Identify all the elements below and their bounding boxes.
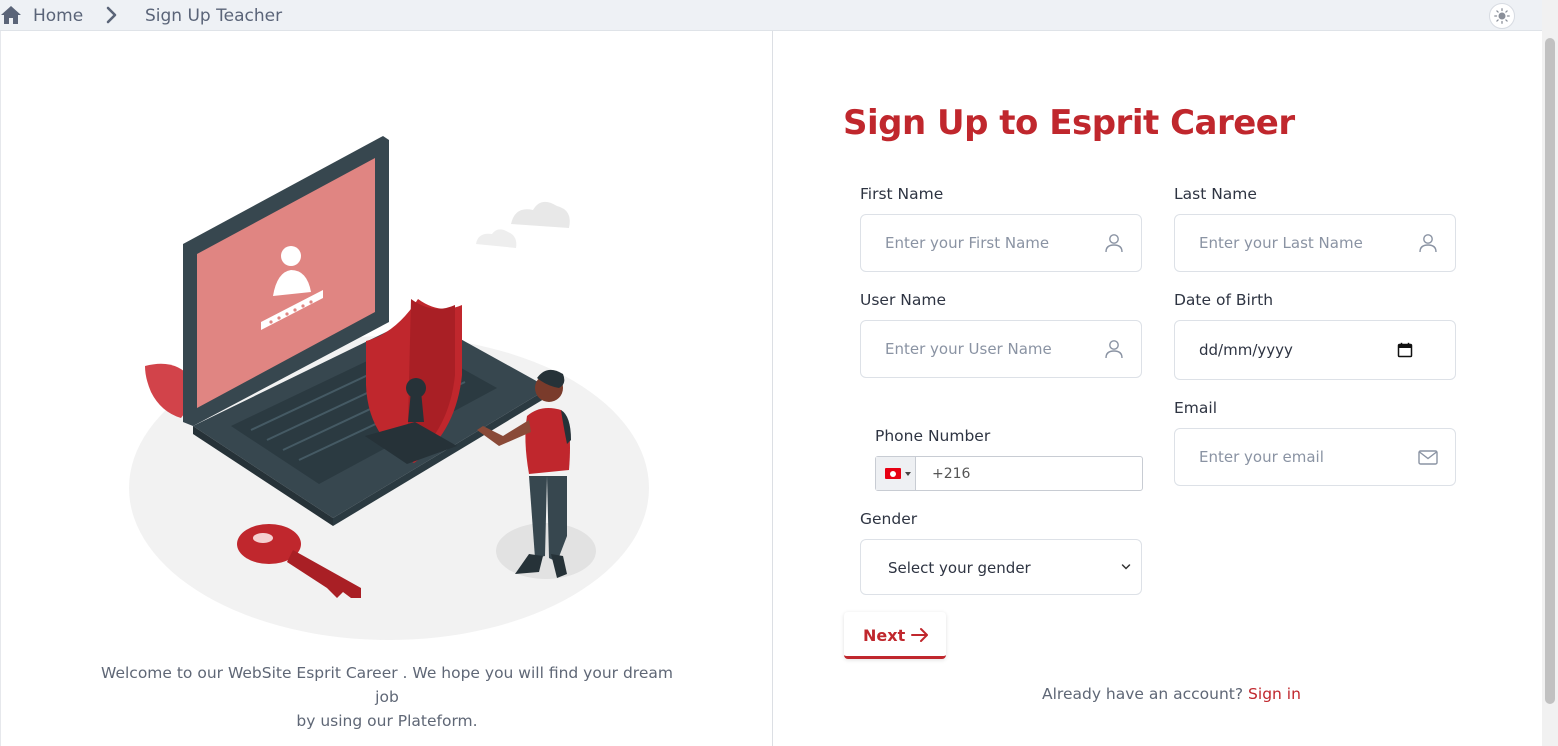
signin-link[interactable]: Sign in (1248, 685, 1301, 703)
home-icon[interactable] (0, 5, 22, 25)
caret-down-icon (905, 472, 911, 476)
user-icon (1419, 234, 1437, 253)
dob-label: Date of Birth (1174, 291, 1274, 309)
dob-value: dd/mm/yyyy (1199, 341, 1293, 359)
user-name-label: User Name (860, 291, 946, 309)
chevron-right-icon (106, 6, 117, 24)
first-name-placeholder: Enter your First Name (885, 234, 1050, 252)
last-name-placeholder: Enter your Last Name (1199, 234, 1363, 252)
signin-prompt: Already have an account? Sign in (1042, 685, 1301, 703)
next-button-label: Next (863, 626, 906, 645)
arrow-right-icon (911, 628, 928, 642)
breadcrumb-home[interactable]: Home (33, 6, 83, 26)
phone-field[interactable]: +216 (875, 456, 1143, 491)
last-name-field[interactable]: Enter your Last Name (1174, 214, 1456, 272)
gender-label: Gender (860, 510, 918, 528)
phone-label: Phone Number (875, 427, 991, 445)
user-name-field[interactable]: Enter your User Name (860, 320, 1142, 378)
chevron-down-icon (1121, 564, 1131, 570)
next-button[interactable]: Next (844, 612, 946, 659)
welcome-text: Welcome to our WebSite Esprit Career . W… (101, 661, 673, 733)
gender-select[interactable]: Select your gender (860, 539, 1142, 595)
scrollbar[interactable] (1542, 0, 1558, 746)
scrollbar-thumb[interactable] (1545, 38, 1555, 704)
signup-form: Sign Up to Esprit Career First Name Ente… (774, 31, 1542, 746)
user-icon (1105, 234, 1123, 253)
tunisia-flag-icon (885, 468, 901, 479)
mail-icon (1418, 450, 1438, 465)
last-name-label: Last Name (1174, 185, 1257, 203)
gender-selected: Select your gender (888, 559, 1031, 577)
first-name-label: First Name (860, 185, 944, 203)
email-field[interactable]: Enter your email (1174, 428, 1456, 486)
user-name-placeholder: Enter your User Name (885, 340, 1052, 358)
welcome-line-2: by using our Plateform. (296, 712, 478, 730)
calendar-icon[interactable] (1397, 342, 1413, 358)
breadcrumb: Home Sign Up Teacher (0, 0, 1542, 31)
security-illustration (129, 136, 649, 640)
dob-field[interactable]: dd/mm/yyyy (1174, 320, 1456, 380)
country-selector[interactable] (876, 457, 916, 490)
welcome-line-1: Welcome to our WebSite Esprit Career . W… (101, 664, 673, 706)
illustration-panel: Welcome to our WebSite Esprit Career . W… (0, 31, 773, 746)
email-placeholder: Enter your email (1199, 448, 1324, 466)
email-label: Email (1174, 399, 1218, 417)
breadcrumb-current: Sign Up Teacher (145, 6, 283, 26)
user-icon (1105, 340, 1123, 359)
sun-icon (1494, 8, 1510, 24)
phone-code: +216 (932, 466, 971, 482)
page-title: Sign Up to Esprit Career (843, 103, 1295, 143)
account-prompt-text: Already have an account? (1042, 685, 1244, 703)
theme-toggle-button[interactable] (1489, 3, 1515, 29)
first-name-field[interactable]: Enter your First Name (860, 214, 1142, 272)
